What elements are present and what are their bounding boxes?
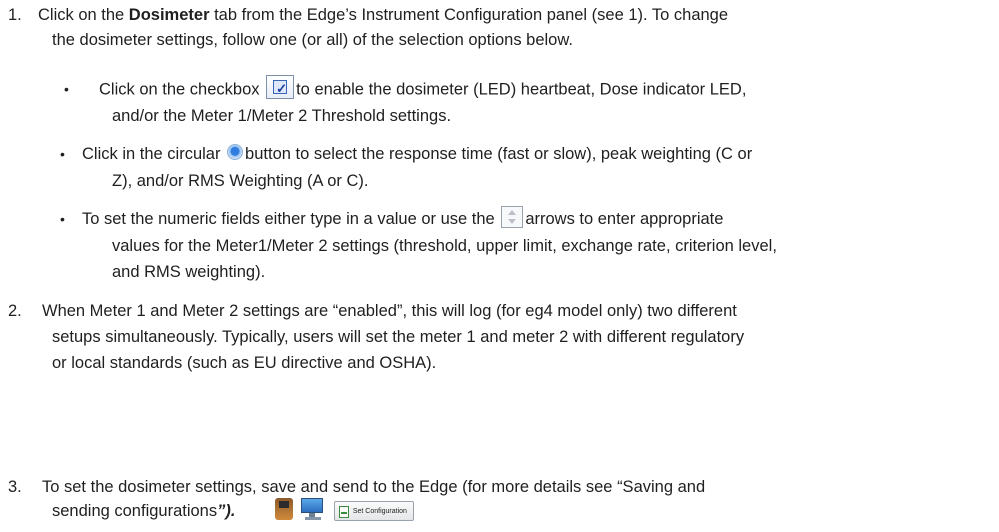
- bullet-3-line-3: and RMS weighting).: [112, 263, 266, 281]
- step-1-line-2: the dosimeter settings, follow one (or a…: [52, 31, 573, 49]
- computer-icon: [301, 497, 327, 520]
- step-3-line-2: sending configurations”). Set Configurat…: [52, 497, 414, 524]
- bullet-glyph: •: [60, 211, 65, 227]
- bullet-3-line-1: To set the numeric fields either type in…: [82, 205, 723, 231]
- step-number: 2.: [8, 302, 22, 320]
- step-2-line-3: or local standards (such as EU directive…: [52, 354, 437, 372]
- bullet-glyph: •: [60, 146, 65, 162]
- checkbox-checked-icon: ✓: [266, 75, 295, 99]
- step-1-line-1: Click on the Dosimeter tab from the Edge…: [38, 6, 729, 24]
- step-2-line-2: setups simultaneously. Typically, users …: [52, 328, 745, 346]
- bullet-1-line-2: and/or the Meter 1/Meter 2 Threshold set…: [112, 107, 452, 125]
- closing-quote: ”).: [217, 502, 236, 520]
- bullet-glyph: •: [64, 81, 69, 97]
- document-icon: [338, 506, 349, 518]
- bullet-2-line-2: Z), and/or RMS Weighting (A or C).: [112, 172, 369, 190]
- set-configuration-button[interactable]: Set Configuration: [333, 501, 414, 521]
- dosimeter-device-icon: [274, 497, 293, 520]
- bullet-3-line-2: values for the Meter1/Meter 2 settings (…: [112, 237, 777, 255]
- spinner-arrows-icon: [501, 205, 524, 228]
- bullet-1-line-1: Click on the checkbox ✓ to enable the dos…: [99, 75, 746, 102]
- dosimeter-tab-name: Dosimeter: [128, 6, 210, 24]
- bullet-2-line-1: Click in the circular button to select t…: [82, 143, 753, 163]
- step-number: 1.: [8, 6, 22, 24]
- step-number: 3.: [8, 478, 22, 496]
- step-2-line-1: When Meter 1 and Meter 2 settings are “e…: [42, 302, 737, 320]
- radio-button-icon: [227, 143, 244, 160]
- step-3-line-1: To set the dosimeter settings, save and …: [42, 478, 706, 496]
